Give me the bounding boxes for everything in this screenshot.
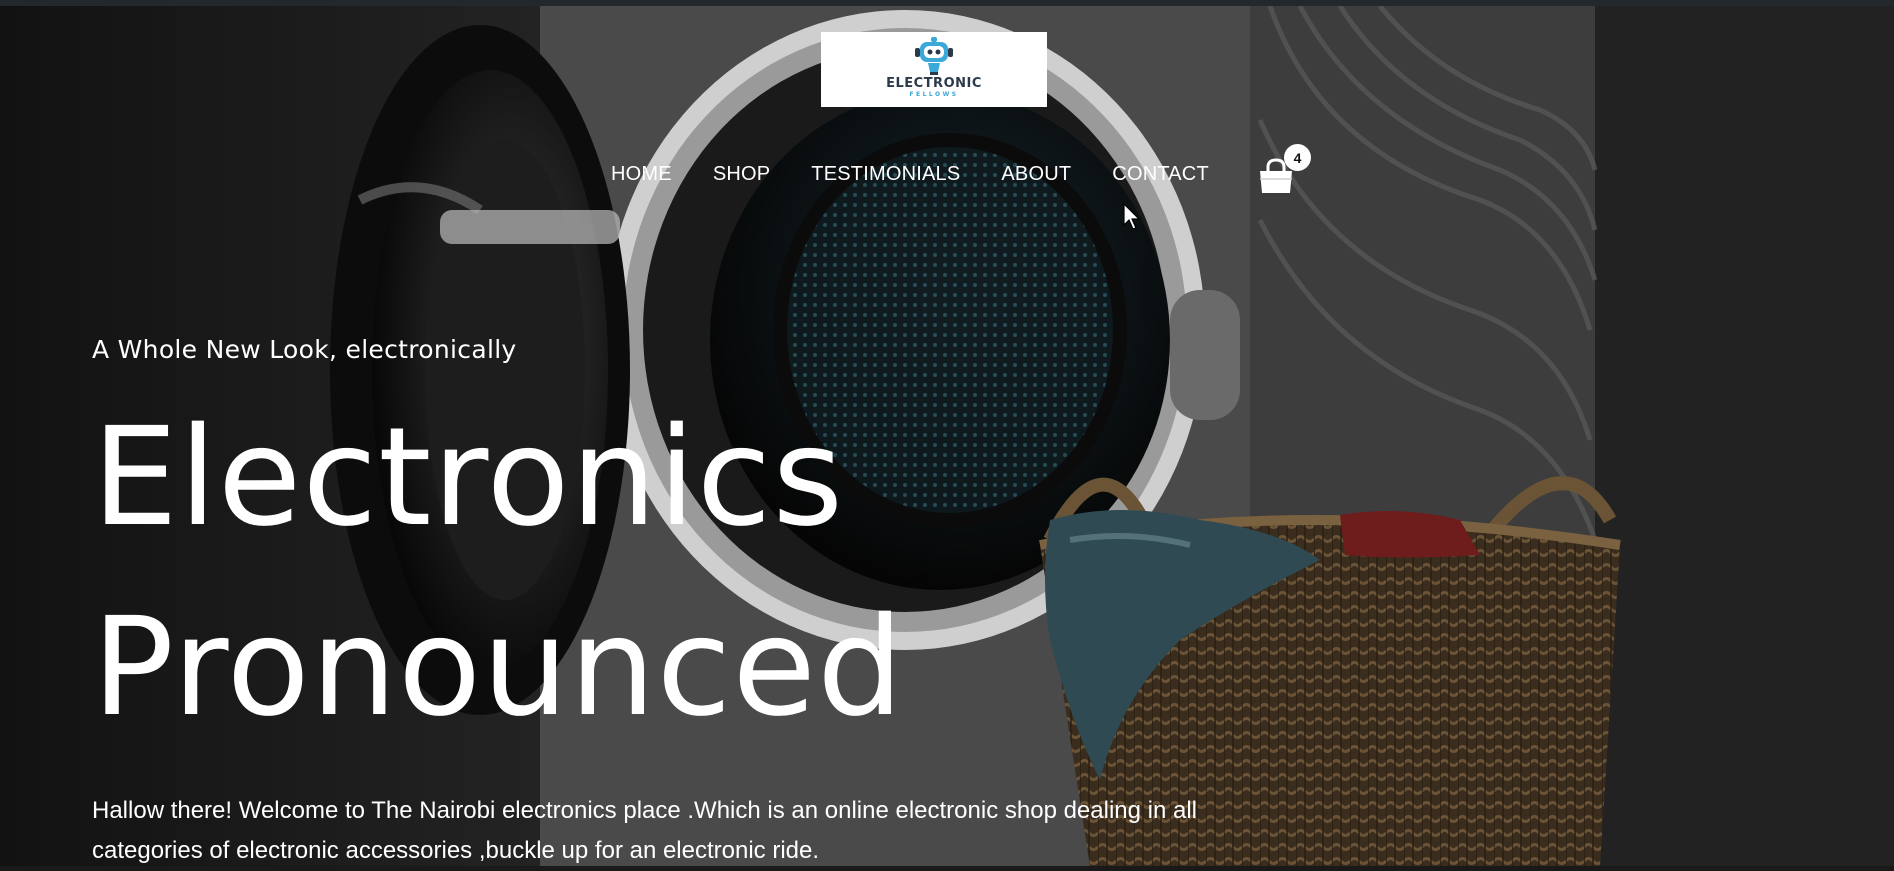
brand-subname: FELLOWS <box>909 91 959 98</box>
main-nav: HOME SHOP TESTIMONIALS ABOUT CONTACT <box>611 163 1209 186</box>
nav-home[interactable]: HOME <box>611 163 672 186</box>
brand-logo[interactable]: ELECTRONIC FELLOWS <box>821 32 1047 107</box>
hero-tagline: A Whole New Look, electronically <box>92 335 517 364</box>
nav-testimonials[interactable]: TESTIMONIALS <box>811 163 960 186</box>
nav-contact[interactable]: CONTACT <box>1112 163 1209 186</box>
mouse-cursor-icon <box>1123 203 1141 230</box>
cart-count-badge: 4 <box>1284 144 1311 171</box>
brand-name: ELECTRONIC <box>886 76 982 91</box>
hero-intro-text: Hallow there! Welcome to The Nairobi ele… <box>92 797 1198 864</box>
hero-headline-line1: Electronics <box>92 399 845 557</box>
hero-headline-line2: Pronounced <box>92 589 905 747</box>
nav-about[interactable]: ABOUT <box>1001 163 1071 186</box>
robot-icon <box>915 37 953 75</box>
nav-shop[interactable]: SHOP <box>713 163 770 186</box>
